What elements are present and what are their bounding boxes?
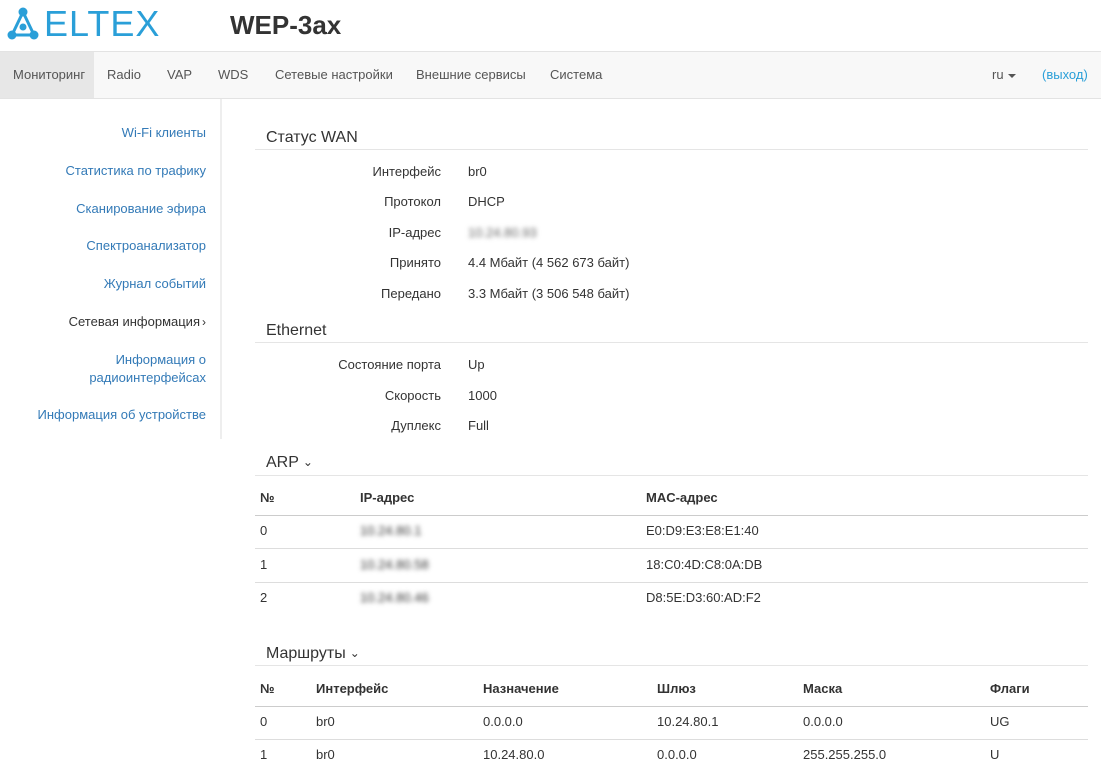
ethernet-section-title: Ethernet — [266, 322, 327, 339]
eltex-logo[interactable]: ELTEX — [6, 6, 160, 42]
sidebar-item-network-info[interactable]: Сетевая информация › — [69, 313, 206, 331]
sidebar-item-label: Сетевая информация — [68, 314, 200, 329]
routes-row-0-number: 0 — [260, 714, 268, 729]
routes-col-destination: Назначение — [483, 681, 559, 696]
wan-received-value: 4.4 Мбайт (4 562 673 байт) — [468, 255, 630, 270]
language-label: ru — [992, 67, 1004, 82]
sidebar-item-wifi-clients[interactable]: Wi-Fi клиенты — [122, 124, 206, 142]
arp-col-ip: IP-адрес — [360, 490, 415, 505]
routes-row-1-interface: br0 — [316, 747, 335, 762]
wan-ip-label: IP-адрес — [388, 225, 441, 240]
arp-row-divider — [255, 548, 1088, 549]
routes-col-gateway: Шлюз — [657, 681, 696, 696]
wan-section-title: Статус WAN — [266, 129, 358, 146]
wan-sent-value: 3.3 Мбайт (3 506 548 байт) — [468, 286, 630, 301]
caret-down-icon — [1007, 73, 1016, 78]
routes-row-1-gateway: 0.0.0.0 — [657, 747, 697, 762]
routes-row-0-mask: 0.0.0.0 — [803, 714, 843, 729]
top-bar: ELTEX WEP-3ax — [0, 0, 1101, 52]
wan-divider — [255, 149, 1088, 150]
product-title: WEP-3ax — [230, 10, 342, 40]
nav-network-settings[interactable]: Сетевые настройки — [262, 52, 406, 98]
wan-ip-value: 10.24.80.93 — [468, 225, 537, 240]
nav-vap[interactable]: VAP — [154, 52, 205, 98]
routes-header-divider — [255, 706, 1088, 707]
arp-header-divider — [255, 515, 1088, 516]
logout-link[interactable]: (выход) — [1042, 52, 1088, 98]
arp-row-0-ip: 10.24.80.1 — [360, 523, 422, 538]
port-state-value: Up — [468, 357, 485, 372]
chevron-right-icon: › — [202, 315, 206, 329]
arp-row-0-mac: E0:D9:E3:E8:E1:40 — [646, 523, 759, 538]
wan-sent-label: Передано — [381, 286, 441, 301]
arp-row-0-number: 0 — [260, 523, 268, 538]
routes-row-0-destination: 0.0.0.0 — [483, 714, 523, 729]
wan-interface-label: Интерфейс — [372, 164, 441, 179]
routes-section-title: Маршруты — [266, 645, 346, 662]
routes-section-toggle[interactable]: Маршруты ⌄ — [266, 644, 360, 664]
speed-value: 1000 — [468, 388, 497, 403]
routes-col-flags: Флаги — [990, 681, 1030, 696]
arp-section-title: ARP — [266, 454, 299, 471]
arp-section-toggle[interactable]: ARP ⌄ — [266, 453, 313, 473]
arp-row-2-number: 2 — [260, 590, 268, 605]
port-state-label: Состояние порта — [338, 357, 441, 372]
logo-text: ELTEX — [44, 3, 161, 44]
main-nav: Мониторинг Radio VAP WDS Сетевые настрой… — [0, 52, 1101, 99]
arp-row-1-number: 1 — [260, 557, 268, 572]
nav-radio[interactable]: Radio — [94, 52, 154, 98]
wan-received-label: Принято — [389, 255, 441, 270]
duplex-label: Дуплекс — [391, 418, 441, 433]
routes-row-0-interface: br0 — [316, 714, 335, 729]
routes-row-1-flags: U — [990, 747, 1000, 762]
routes-row-1-mask: 255.255.255.0 — [803, 747, 887, 762]
nav-external-services[interactable]: Внешние сервисы — [403, 52, 539, 98]
nav-system[interactable]: Система — [537, 52, 615, 98]
routes-col-number: № — [260, 681, 275, 696]
wan-protocol-value: DHCP — [468, 194, 505, 209]
arp-row-1-mac: 18:C0:4D:C8:0A:DB — [646, 557, 763, 572]
routes-row-0-gateway: 10.24.80.1 — [657, 714, 719, 729]
wan-protocol-label: Протокол — [384, 194, 441, 209]
arp-row-2-mac: D8:5E:D3:60:AD:F2 — [646, 590, 761, 605]
arp-col-number: № — [260, 490, 275, 505]
arp-col-mac: MAC-адрес — [646, 490, 718, 505]
routes-row-divider — [255, 739, 1088, 740]
routes-row-1-number: 1 — [260, 747, 268, 762]
chevron-down-icon: ⌄ — [302, 455, 313, 469]
routes-col-mask: Маска — [803, 681, 843, 696]
arp-row-1-ip: 10.24.80.58 — [360, 557, 429, 572]
routes-row-1-destination: 10.24.80.0 — [483, 747, 545, 762]
ethernet-divider — [255, 342, 1088, 343]
routes-col-interface: Интерфейс — [316, 681, 389, 696]
routes-divider — [255, 665, 1088, 666]
wan-interface-value: br0 — [468, 164, 487, 179]
speed-label: Скорость — [384, 388, 441, 403]
language-dropdown[interactable]: ru — [992, 52, 1016, 98]
arp-row-divider — [255, 582, 1088, 583]
arp-divider — [255, 475, 1088, 476]
eltex-logo-icon — [7, 7, 39, 40]
duplex-value: Full — [468, 418, 489, 433]
nav-wds[interactable]: WDS — [205, 52, 261, 98]
nav-monitoring[interactable]: Мониторинг — [0, 52, 94, 98]
arp-row-2-ip: 10.24.80.46 — [360, 590, 429, 605]
routes-row-0-flags: UG — [990, 714, 1010, 729]
chevron-down-icon: ⌄ — [349, 646, 360, 660]
